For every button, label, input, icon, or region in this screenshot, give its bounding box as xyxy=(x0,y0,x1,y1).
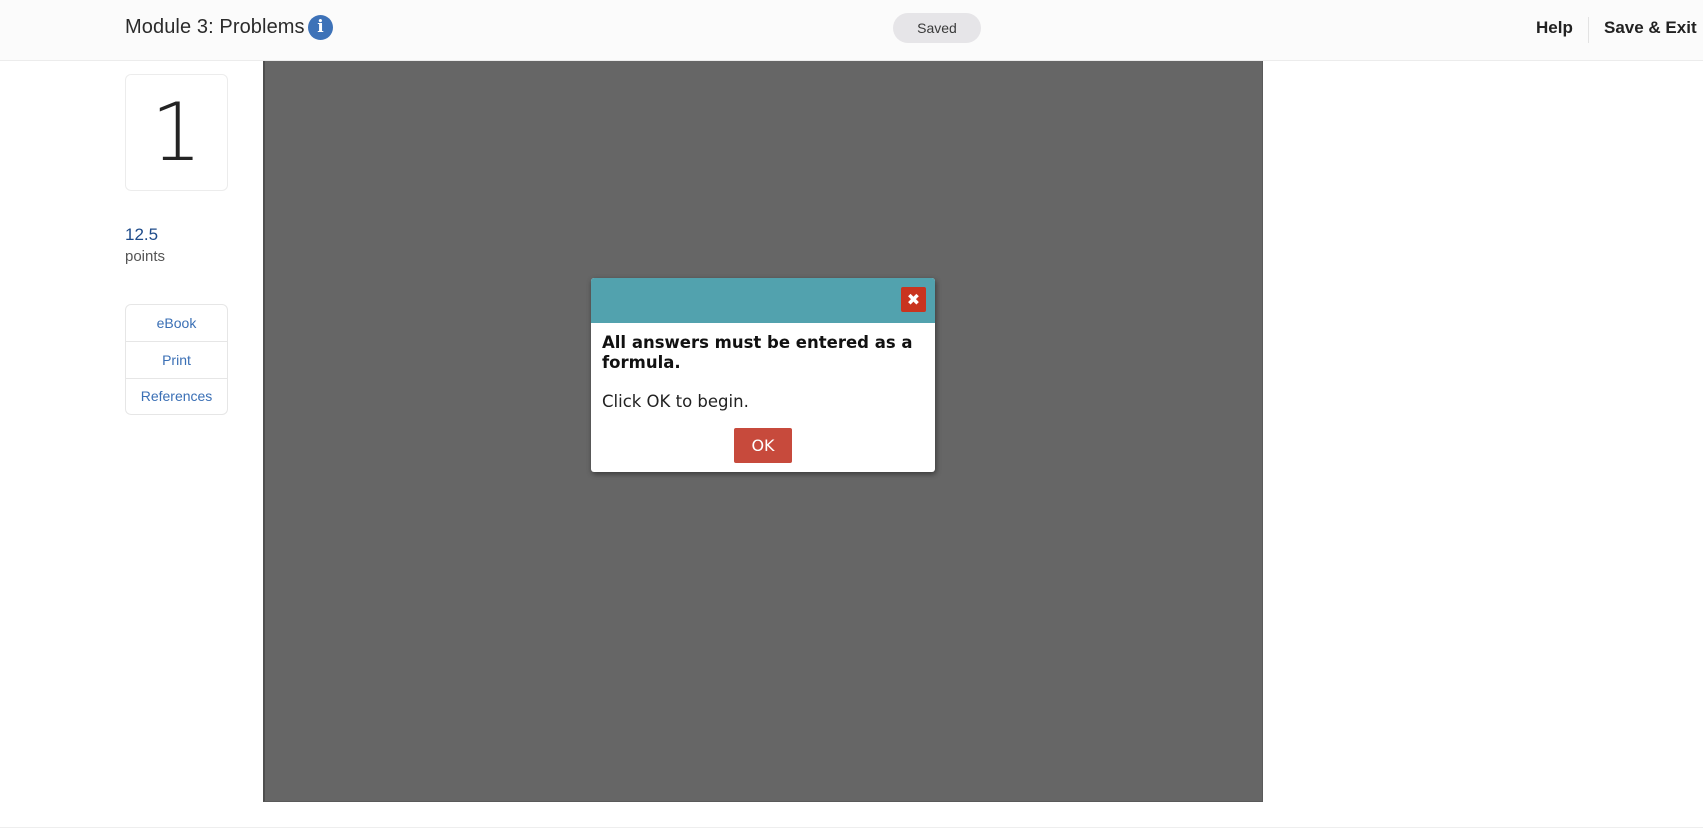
header-divider xyxy=(1588,17,1589,43)
dialog-message: Click OK to begin. xyxy=(602,392,749,411)
points-label: points xyxy=(125,248,166,265)
print-link[interactable]: Print xyxy=(126,342,227,379)
dialog-header: ✖ xyxy=(591,278,935,323)
dialog-message-bold: All answers must be entered as a formula… xyxy=(602,333,913,372)
top-header: Module 3: Problems i Saved Help Save & E… xyxy=(0,0,1703,61)
assignment-title: Module 3: Problems xyxy=(125,16,305,38)
help-link[interactable]: Help xyxy=(1536,18,1573,38)
footer-divider xyxy=(0,827,1703,828)
instruction-dialog: ✖ All answers must be entered as a formu… xyxy=(591,278,935,472)
save-status-badge: Saved xyxy=(893,13,981,43)
points-value: 12.5 xyxy=(125,225,159,244)
save-and-exit-link[interactable]: Save & Exit xyxy=(1604,18,1697,38)
question-number-box: 1 xyxy=(125,74,228,191)
info-icon[interactable]: i xyxy=(308,15,333,40)
question-tools: eBook Print References xyxy=(125,304,228,415)
ebook-link[interactable]: eBook xyxy=(126,305,227,342)
references-link[interactable]: References xyxy=(126,379,227,414)
question-number: 1 xyxy=(151,86,202,179)
close-icon[interactable]: ✖ xyxy=(901,287,926,312)
ok-button[interactable]: OK xyxy=(734,428,792,463)
